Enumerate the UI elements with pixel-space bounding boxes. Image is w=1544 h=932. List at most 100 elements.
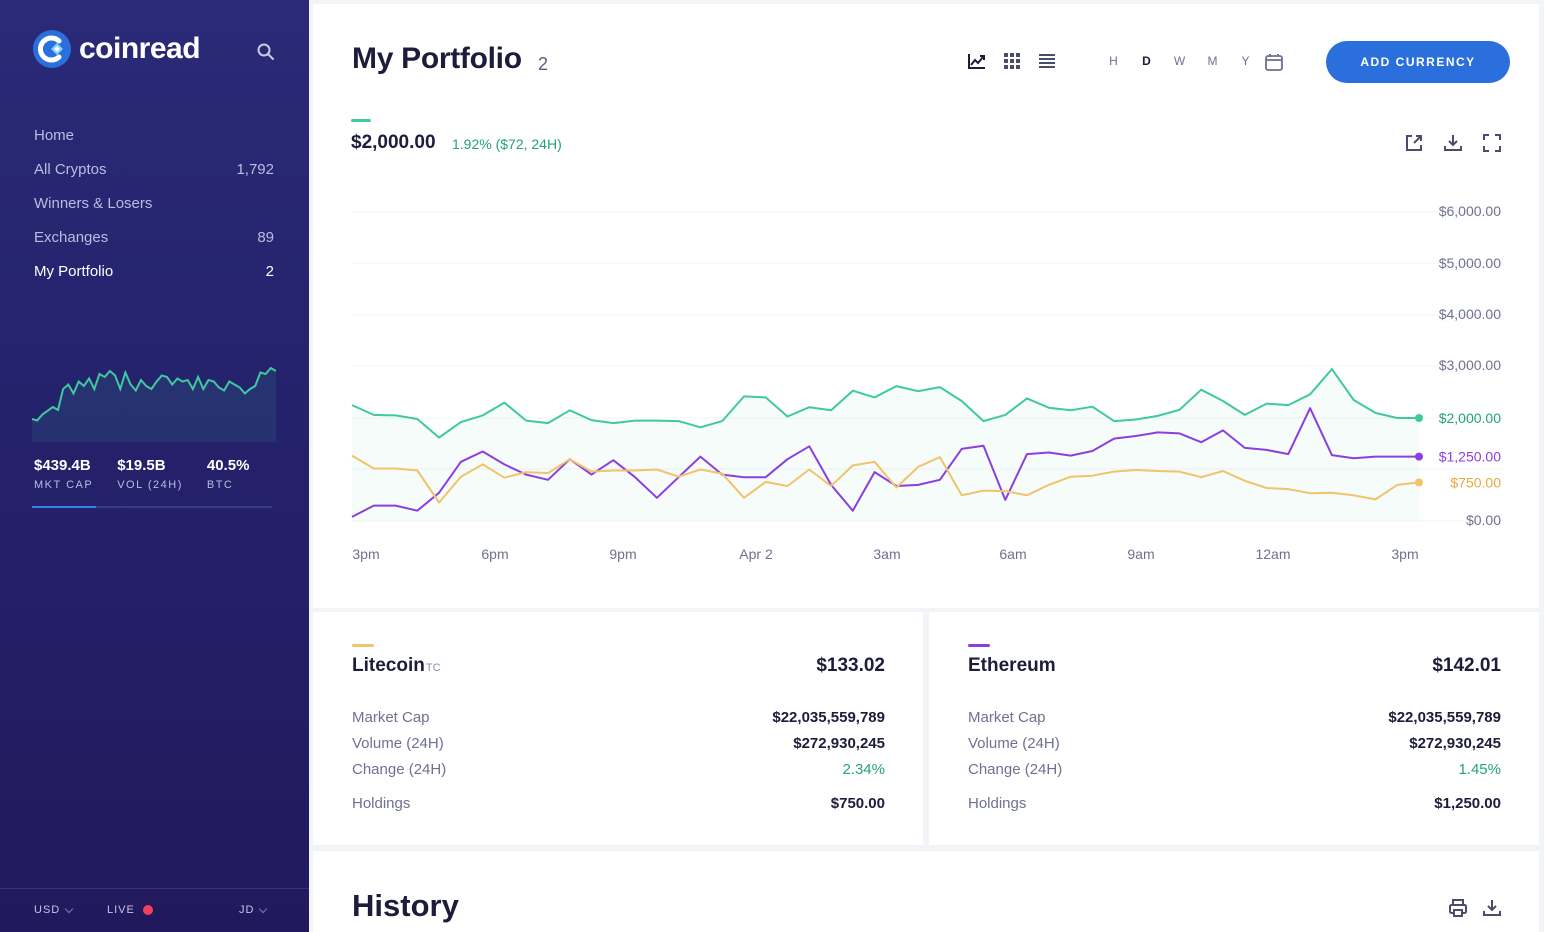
stat-volume[interactable]: $19.5B VOL (24H) xyxy=(117,457,183,491)
series-endpoint-total xyxy=(1415,414,1423,422)
stat-market-cap[interactable]: $439.4B MKT CAP xyxy=(34,457,93,491)
coin-name: LitecoinTC xyxy=(352,655,441,676)
fullscreen-icon[interactable] xyxy=(1481,132,1503,154)
stat-value: $22,035,559,789 xyxy=(1388,709,1501,726)
sparkline-area xyxy=(32,368,276,442)
range-year[interactable]: Y xyxy=(1229,54,1262,68)
y-tick-label: $4,000.00 xyxy=(1439,306,1501,322)
stat-label: Change (24H) xyxy=(968,761,1063,778)
range-week[interactable]: W xyxy=(1163,54,1196,68)
currency-select[interactable]: USD xyxy=(34,904,74,916)
calendar-icon[interactable] xyxy=(1264,52,1284,72)
x-tick-label: 3am xyxy=(873,546,900,562)
portfolio-chart: $6,000.00 $5,000.00 $4,000.00 $3,000.00 $0.0… xyxy=(351,203,1503,562)
sidebar-item-home[interactable]: Home xyxy=(34,118,274,152)
stat-label: Holdings xyxy=(352,795,411,812)
external-link-icon[interactable] xyxy=(1403,132,1425,154)
stat-value: $272,930,245 xyxy=(1409,735,1501,752)
stat-label: Volume (24H) xyxy=(352,735,444,752)
portfolio-total: $2,000.00 xyxy=(351,132,436,153)
series-endpoint-litecoin xyxy=(1415,478,1423,487)
search-icon[interactable] xyxy=(256,42,276,62)
download-icon[interactable] xyxy=(1442,132,1464,154)
add-currency-button[interactable]: ADD CURRENCY xyxy=(1326,41,1510,83)
stat-value: 1.45% xyxy=(1458,761,1501,778)
coin-name: Ethereum xyxy=(968,655,1056,676)
coin-stat-row: Market Cap $22,035,559,789 xyxy=(968,709,1501,726)
x-tick-label: Apr 2 xyxy=(739,546,773,562)
coin-stat-row: Change (24H) 2.34% xyxy=(352,761,885,778)
coin-price: $133.02 xyxy=(816,655,885,676)
stat-label: Holdings xyxy=(968,795,1027,812)
x-tick-label: 9pm xyxy=(609,546,636,562)
coin-stat-row: Volume (24H) $272,930,245 xyxy=(968,735,1501,752)
sidebar-item-my-portfolio[interactable]: My Portfolio 2 xyxy=(34,254,274,288)
user-initials: JD xyxy=(239,904,255,916)
history-actions xyxy=(1447,897,1515,919)
market-stats: $439.4B MKT CAP $19.5B VOL (24H) 40.5% B… xyxy=(34,457,274,491)
coin-price: $142.01 xyxy=(1432,655,1501,676)
sidebar-item-label: All Cryptos xyxy=(34,160,107,178)
x-tick-label: 3pm xyxy=(352,546,379,562)
coin-swatch xyxy=(968,644,990,647)
history-title: History xyxy=(352,888,459,923)
portfolio-panel: $6,000.00 $5,000.00 $4,000.00 $3,000.00 $0.0… xyxy=(313,4,1539,608)
coin-card-ethereum[interactable]: Ethereum $142.01 Market Cap $22,035,559,… xyxy=(929,612,1539,845)
sidebar-item-count: 89 xyxy=(257,228,274,246)
range-month[interactable]: M xyxy=(1196,54,1229,68)
grid-icon[interactable] xyxy=(1002,51,1022,71)
stat-btc-dominance[interactable]: 40.5% BTC xyxy=(207,457,250,491)
y-tick-label: $5,000.00 xyxy=(1439,255,1501,271)
end-value-label: $2,000.00 xyxy=(1439,410,1501,426)
live-indicator[interactable]: LIVE xyxy=(107,904,153,916)
page-title: My Portfolio xyxy=(352,42,522,75)
user-menu[interactable]: JD xyxy=(239,904,268,916)
y-tick-label: $0.00 xyxy=(1466,512,1501,528)
line-chart-icon[interactable] xyxy=(967,51,987,71)
stat-value: $22,035,559,789 xyxy=(772,709,885,726)
download-icon[interactable] xyxy=(1481,897,1503,919)
end-value-label: $1,250.00 xyxy=(1439,449,1501,465)
x-tick-label: 6am xyxy=(999,546,1026,562)
x-tick-label: 3pm xyxy=(1391,546,1418,562)
stat-label: MKT CAP xyxy=(34,479,94,491)
range-day[interactable]: D xyxy=(1130,54,1163,68)
stats-tab-indicator xyxy=(32,506,272,508)
range-hour[interactable]: H xyxy=(1097,54,1130,68)
stat-value: $19.5B xyxy=(117,457,166,474)
stat-label: Volume (24H) xyxy=(968,735,1060,752)
sidebar-item-label: Winners & Losers xyxy=(34,194,153,212)
sidebar-item-winners-losers[interactable]: Winners & Losers xyxy=(34,186,274,220)
coin-stat-row: Holdings $1,250.00 xyxy=(968,795,1501,812)
sidebar-item-all-cryptos[interactable]: All Cryptos 1,792 xyxy=(34,152,274,186)
logo[interactable]: coinread xyxy=(32,29,201,69)
stat-label: Market Cap xyxy=(352,709,430,726)
print-icon[interactable] xyxy=(1447,897,1469,919)
coin-card-litecoin[interactable]: LitecoinTC $133.02 Market Cap $22,035,55… xyxy=(313,612,923,845)
end-value-label: $750.00 xyxy=(1450,474,1501,490)
brand-name: coinread xyxy=(79,32,201,65)
stat-label: Change (24H) xyxy=(352,761,447,778)
sidebar-item-count: 1,792 xyxy=(236,160,274,178)
sidebar-item-label: Home xyxy=(34,126,75,144)
view-toggle xyxy=(967,51,1072,71)
list-icon[interactable] xyxy=(1037,51,1057,71)
portfolio-change: 1.92% ($72, 24H) xyxy=(452,136,562,152)
stat-value: 40.5% xyxy=(206,457,250,474)
stat-value: $750.00 xyxy=(830,795,885,812)
time-range-selector: H D W M Y xyxy=(1097,54,1262,68)
sidebar-item-count: 2 xyxy=(265,262,274,280)
live-label: LIVE xyxy=(107,904,135,916)
sidebar-footer: USD LIVE JD xyxy=(0,888,309,932)
sidebar-nav: Home All Cryptos 1,792 Winners & Losers … xyxy=(34,118,274,288)
chevron-down-icon xyxy=(259,904,268,913)
coin-stat-row: Volume (24H) $272,930,245 xyxy=(352,735,885,752)
sidebar-item-exchanges[interactable]: Exchanges 89 xyxy=(34,220,274,254)
history-panel: History xyxy=(313,851,1539,932)
stat-label: BTC xyxy=(206,479,234,491)
total-series-swatch xyxy=(351,119,371,122)
currency-label: USD xyxy=(34,904,61,916)
x-tick-label: 6pm xyxy=(481,546,508,562)
series-endpoint-ethereum xyxy=(1415,452,1423,461)
sidebar-item-label: Exchanges xyxy=(34,228,109,246)
